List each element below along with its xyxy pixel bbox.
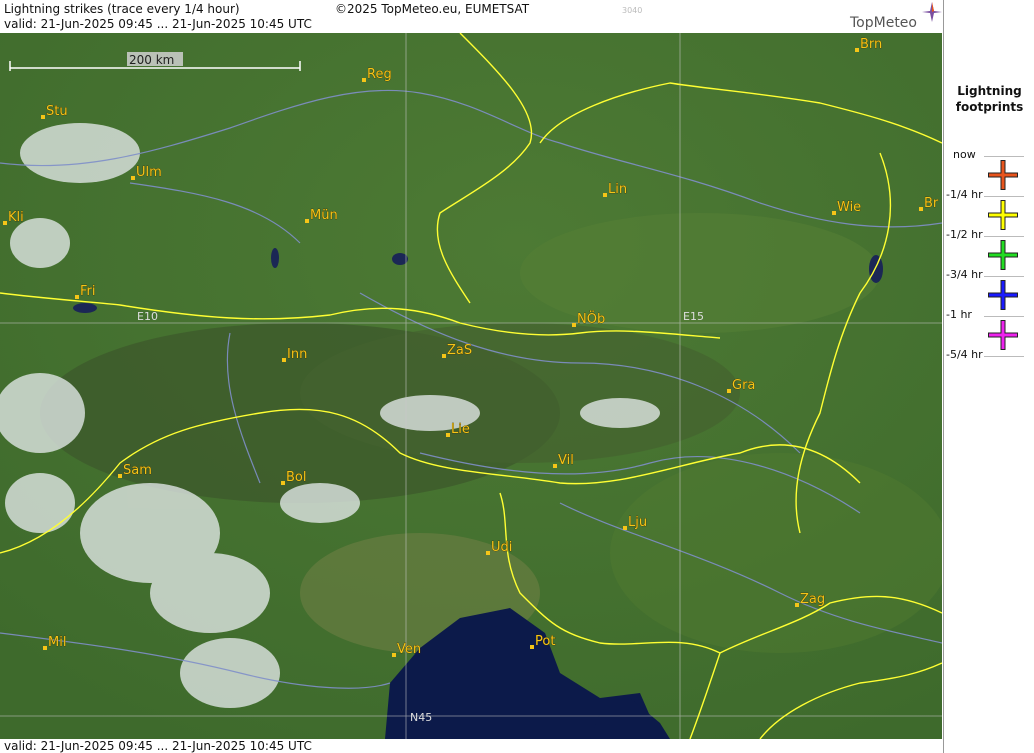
city-marker-ven (392, 653, 396, 657)
topmeteo-logo-text: TopMeteo (850, 15, 917, 31)
legend-divider-4 (984, 316, 1024, 317)
city-marker-gra (727, 389, 731, 393)
lightning-cross-icon (988, 200, 1018, 230)
city-label-br: Br (924, 196, 939, 211)
city-label-vil: Vil (558, 453, 574, 468)
lightning-cross-icon (988, 320, 1018, 350)
city-label-kli: Kli (8, 210, 24, 225)
city-label-ven: Ven (397, 642, 421, 657)
legend-divider-0 (984, 156, 1024, 157)
city-marker-bol (281, 481, 285, 485)
compass-logo-icon (922, 2, 942, 22)
city-label-inn: Inn (287, 347, 307, 362)
city-label-lie: Lie (451, 422, 470, 437)
copyright-text: ©2025 TopMeteo.eu, EUMETSAT (335, 2, 530, 16)
city-marker-stu (41, 115, 45, 119)
map-title: Lightning strikes (trace every 1/4 hour) (4, 2, 240, 16)
legend-divider-end (984, 356, 1024, 357)
city-label-bol: Bol (286, 470, 306, 485)
city-label-fri: Fri (80, 284, 96, 299)
city-label-nöb: NÖb (577, 310, 605, 327)
legend-divider-3 (984, 276, 1024, 277)
lightning-cross-icon (988, 240, 1018, 270)
legend-title-line2: footprints (955, 100, 1024, 114)
city-marker-br (919, 207, 923, 211)
lightning-cross-icon (988, 160, 1018, 190)
legend-label-1: -1/4 hr (946, 188, 983, 201)
legend-label-2: -1/2 hr (946, 228, 983, 241)
city-label-lju: Lju (628, 515, 647, 530)
city-marker-mil (43, 646, 47, 650)
city-marker-mün (305, 219, 309, 223)
product-code: 3040 (622, 6, 643, 15)
legend-divider-2 (984, 236, 1024, 237)
city-marker-brn (855, 48, 859, 52)
city-marker-reg (362, 78, 366, 82)
city-marker-ulm (131, 176, 135, 180)
city-marker-zas (442, 354, 446, 358)
scale-label: 200 km (129, 53, 174, 67)
grid-label-e15: E15 (683, 310, 704, 323)
city-label-udi: Udi (491, 540, 512, 555)
valid-time-footer: valid: 21-Jun-2025 09:45 ... 21-Jun-2025… (4, 739, 312, 753)
city-marker-lju (623, 526, 627, 530)
city-label-gra: Gra (732, 378, 755, 393)
city-marker-pot (530, 645, 534, 649)
city-marker-inn (282, 358, 286, 362)
city-label-mil: Mil (48, 635, 66, 650)
lightning-cross-icon (988, 280, 1018, 310)
footer-bar: valid: 21-Jun-2025 09:45 ... 21-Jun-2025… (0, 739, 942, 753)
legend-label-3: -3/4 hr (946, 268, 983, 281)
city-marker-lin (603, 193, 607, 197)
city-label-mün: Mün (310, 208, 338, 223)
city-label-zag: Zag (800, 592, 825, 607)
city-label-reg: Reg (367, 67, 392, 82)
city-label-pot: Pot (535, 634, 555, 649)
valid-time: valid: 21-Jun-2025 09:45 ... 21-Jun-2025… (4, 17, 312, 31)
city-label-zas: ZaS (447, 343, 472, 358)
legend-title-line1: Lightning (957, 84, 1022, 98)
city-label-brn: Brn (860, 37, 882, 52)
legend-label-0: now (953, 148, 976, 161)
city-marker-udi (486, 551, 490, 555)
grid-label-e10: E10 (137, 310, 158, 323)
city-marker-sam (118, 474, 122, 478)
city-label-lin: Lin (608, 182, 627, 197)
satellite-map[interactable]: E10 E15 N45 200 km Brn Reg Stu Ulm Lin Wie Br K… (0, 33, 942, 739)
city-marker-fri (75, 295, 79, 299)
city-label-ulm: Ulm (136, 165, 162, 180)
city-marker-zag (795, 603, 799, 607)
map-canvas: E10 E15 N45 200 km Brn Reg Stu Ulm Lin Wie Br K… (0, 33, 942, 739)
city-marker-wie (832, 211, 836, 215)
city-marker-vil (553, 464, 557, 468)
legend-label-end: -5/4 hr (946, 348, 983, 361)
legend-label-4: -1 hr (946, 308, 972, 321)
city-label-sam: Sam (123, 463, 152, 478)
city-marker-kli (3, 221, 7, 225)
city-label-wie: Wie (837, 200, 861, 215)
city-marker-nöb (572, 323, 576, 327)
city-marker-lie (446, 433, 450, 437)
legend-panel: Lightning footprints now -1/4 hr -1/2 hr -3… (943, 0, 1034, 753)
grid-label-n45: N45 (410, 711, 432, 724)
legend-divider-1 (984, 196, 1024, 197)
city-label-stu: Stu (46, 104, 68, 119)
header-bar: Lightning strikes (trace every 1/4 hour)… (0, 0, 942, 32)
